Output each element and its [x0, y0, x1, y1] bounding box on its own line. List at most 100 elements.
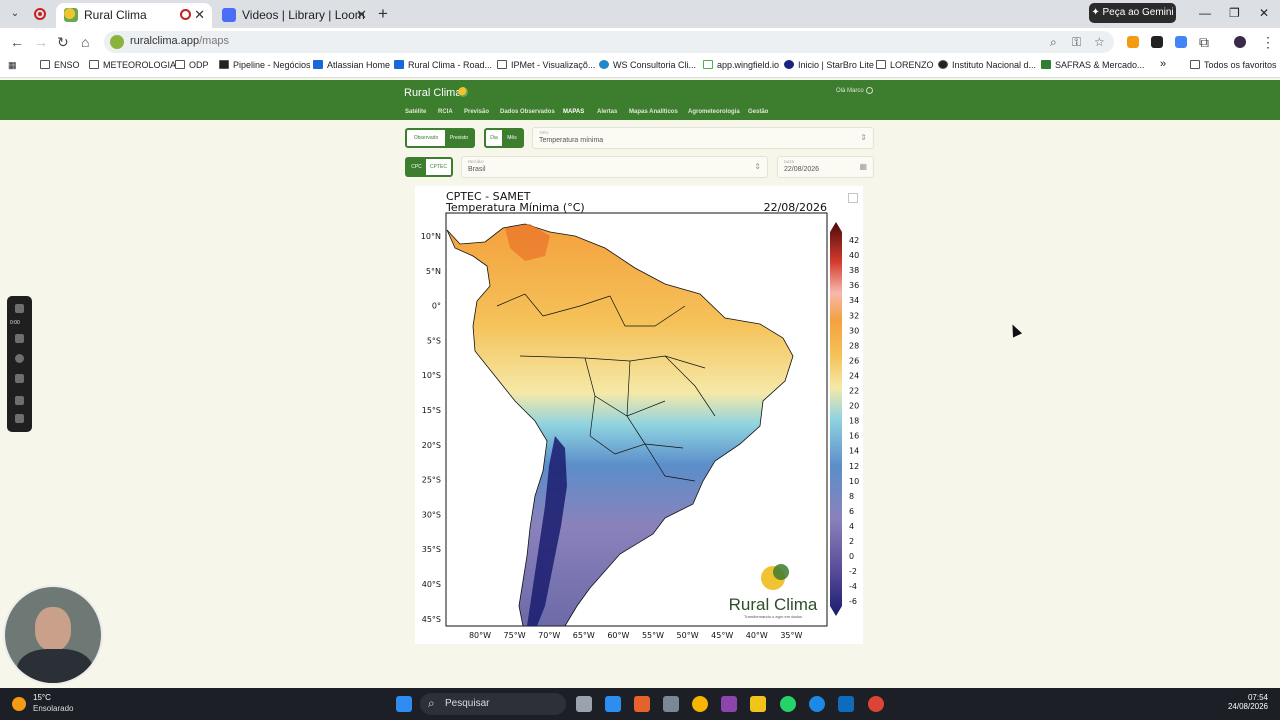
date-picker[interactable]: DATA 22/08/2026 ▦ — [777, 156, 874, 178]
bookmark-item[interactable]: app.wingfield.io — [703, 60, 779, 70]
task-view-icon[interactable] — [576, 696, 592, 712]
user-avatar-icon[interactable] — [866, 87, 873, 94]
home-icon[interactable]: ⌂ — [81, 34, 89, 50]
rural-clima-favicon-icon — [64, 8, 78, 22]
minimize-icon[interactable]: — — [1199, 6, 1211, 20]
menu-rcia[interactable]: RCIA — [438, 109, 453, 115]
menu-previsao[interactable]: Previsão — [464, 109, 489, 115]
app-sunburst-icon[interactable] — [634, 696, 650, 712]
brand-name[interactable]: Rural Clima — [404, 87, 461, 99]
toggle-cpc[interactable]: CPC — [407, 159, 426, 175]
taskbar-search[interactable]: ⌕ Pesquisar — [420, 693, 566, 715]
new-tab-icon[interactable]: + — [378, 4, 388, 24]
site-info-icon[interactable] — [110, 35, 124, 49]
close-tab-icon[interactable]: ✕ — [194, 7, 205, 23]
latitude-label: 10°S — [422, 371, 441, 380]
stop-recording-icon[interactable] — [15, 304, 24, 313]
restore-icon[interactable]: ❐ — [1229, 6, 1240, 20]
bookmark-item[interactable]: ODP — [175, 60, 209, 70]
toggle-dia[interactable]: Dia — [486, 130, 502, 146]
copilot-icon[interactable] — [721, 696, 737, 712]
toggle-observado[interactable]: Observado — [407, 130, 445, 146]
ask-gemini-button[interactable]: ✦ Peça ao Gemini — [1089, 3, 1176, 23]
calendar-icon[interactable]: ▦ — [859, 162, 867, 171]
windows-start-icon[interactable] — [396, 696, 412, 712]
delete-icon[interactable] — [15, 374, 24, 383]
extension-blue-icon[interactable] — [1175, 36, 1187, 48]
apps-grid-icon[interactable]: ▦ — [8, 60, 17, 71]
weather-sun-icon[interactable] — [12, 697, 26, 711]
bookmark-item[interactable]: IPMet - Visualizaçõ... — [497, 60, 595, 70]
pipeline-icon — [219, 60, 229, 69]
whatsapp-icon[interactable] — [780, 696, 796, 712]
bookmark-item[interactable]: Instituto Nacional d... — [938, 60, 1036, 70]
chrome-icon[interactable] — [868, 696, 884, 712]
forward-icon[interactable]: → — [34, 34, 48, 50]
extension-orange-icon[interactable] — [1127, 36, 1139, 48]
tab-search-chevron-icon[interactable]: ⌄ — [6, 5, 24, 23]
weather-condition[interactable]: Ensolarado — [33, 704, 73, 713]
restart-icon[interactable] — [15, 354, 24, 363]
zoom-icon[interactable]: ⌕ — [1050, 35, 1057, 50]
bookmark-star-icon[interactable]: ☆ — [1094, 35, 1105, 49]
bookmark-item[interactable]: Inicio | StarBro Lite — [784, 60, 874, 70]
system-clock[interactable]: 07:54 24/08/2026 — [1228, 693, 1268, 711]
extensions-puzzle-icon[interactable]: ⧉ — [1199, 34, 1209, 51]
back-icon[interactable]: ← — [10, 34, 24, 50]
atlassian-icon — [313, 60, 323, 69]
all-favorites[interactable]: Todos os favoritos — [1190, 60, 1277, 70]
menu-alertas[interactable]: Alertas — [597, 109, 617, 115]
weather-temperature[interactable]: 15°C — [33, 693, 51, 702]
regiao-select[interactable]: REGIÃO Brasil ⇕ — [461, 156, 768, 178]
close-tab-icon[interactable]: ✕ — [356, 7, 367, 23]
draw-icon[interactable] — [15, 396, 24, 405]
toggle-cptec[interactable]: CPTEC — [426, 159, 451, 175]
toggle-mes[interactable]: Mês — [502, 130, 522, 146]
more-options-icon[interactable] — [15, 414, 24, 423]
model-toggle: CPC CPTEC — [405, 157, 453, 177]
folder-icon — [89, 60, 99, 69]
pause-icon[interactable] — [15, 334, 24, 343]
webcam-person-body — [17, 649, 93, 683]
address-bar[interactable]: ruralclima.app/maps ⌕ ⚿ ☆ — [104, 31, 1114, 53]
outlook-icon[interactable] — [838, 696, 854, 712]
menu-mapas[interactable]: MAPAS — [563, 109, 584, 115]
file-explorer-icon[interactable] — [750, 696, 766, 712]
tipo-select[interactable]: TIPO Temperatura mínima ⇕ — [532, 127, 874, 149]
menu-dados-observados[interactable]: Dados Observados — [500, 109, 555, 115]
user-greeting[interactable]: Olá Marco — [836, 88, 864, 94]
tipo-label: TIPO — [539, 130, 549, 135]
menu-satelite[interactable]: Satélite — [405, 109, 426, 115]
bookmark-item[interactable]: METEOROLOGIA — [89, 60, 176, 70]
bookmark-item[interactable]: Atlassian Home — [313, 60, 390, 70]
menu-agrometeorologia[interactable]: Agrometeorologia — [688, 109, 740, 115]
bookmark-item[interactable]: ENSO — [40, 60, 80, 70]
colorbar-tick-label: 20 — [849, 402, 859, 411]
password-key-icon[interactable]: ⚿ — [1072, 35, 1081, 50]
menu-gestao[interactable]: Gestão — [748, 109, 768, 115]
reload-icon[interactable]: ↻ — [57, 34, 69, 51]
latitude-label: 5°S — [427, 336, 441, 345]
bookmark-item[interactable]: Rural Clima - Road... — [394, 60, 492, 70]
toggle-previsto[interactable]: Previsto — [445, 130, 473, 146]
colorbar-tick-label: 8 — [849, 492, 854, 501]
app-gray-icon[interactable] — [663, 696, 679, 712]
tab-rural-clima[interactable]: Rural Clima ✕ — [56, 3, 212, 28]
store-icon[interactable] — [605, 696, 621, 712]
bookmark-item[interactable]: Pipeline - Negócios — [219, 60, 311, 70]
tab-loom[interactable]: Videos | Library | Loom ✕ — [214, 3, 374, 28]
bookmark-item[interactable]: WS Consultoria Cli... — [599, 60, 696, 70]
more-bookmarks-icon[interactable]: » — [1160, 58, 1166, 70]
webcam-bubble[interactable] — [3, 585, 103, 685]
gemini-label: Peça ao Gemini — [1102, 7, 1174, 18]
app-weather-icon[interactable] — [692, 696, 708, 712]
close-window-icon[interactable]: ✕ — [1259, 6, 1269, 20]
bookmark-item[interactable]: SAFRAS & Mercado... — [1041, 60, 1145, 70]
search-icon: ⌕ — [428, 696, 435, 710]
bookmark-item[interactable]: LORENZO — [876, 60, 934, 70]
profile-avatar[interactable] — [1234, 36, 1246, 48]
chrome-menu-icon[interactable]: ⋮ — [1261, 34, 1275, 51]
edge-icon[interactable] — [809, 696, 825, 712]
extension-dark-icon[interactable] — [1151, 36, 1163, 48]
menu-mapas-analiticos[interactable]: Mapas Analíticos — [629, 109, 678, 115]
